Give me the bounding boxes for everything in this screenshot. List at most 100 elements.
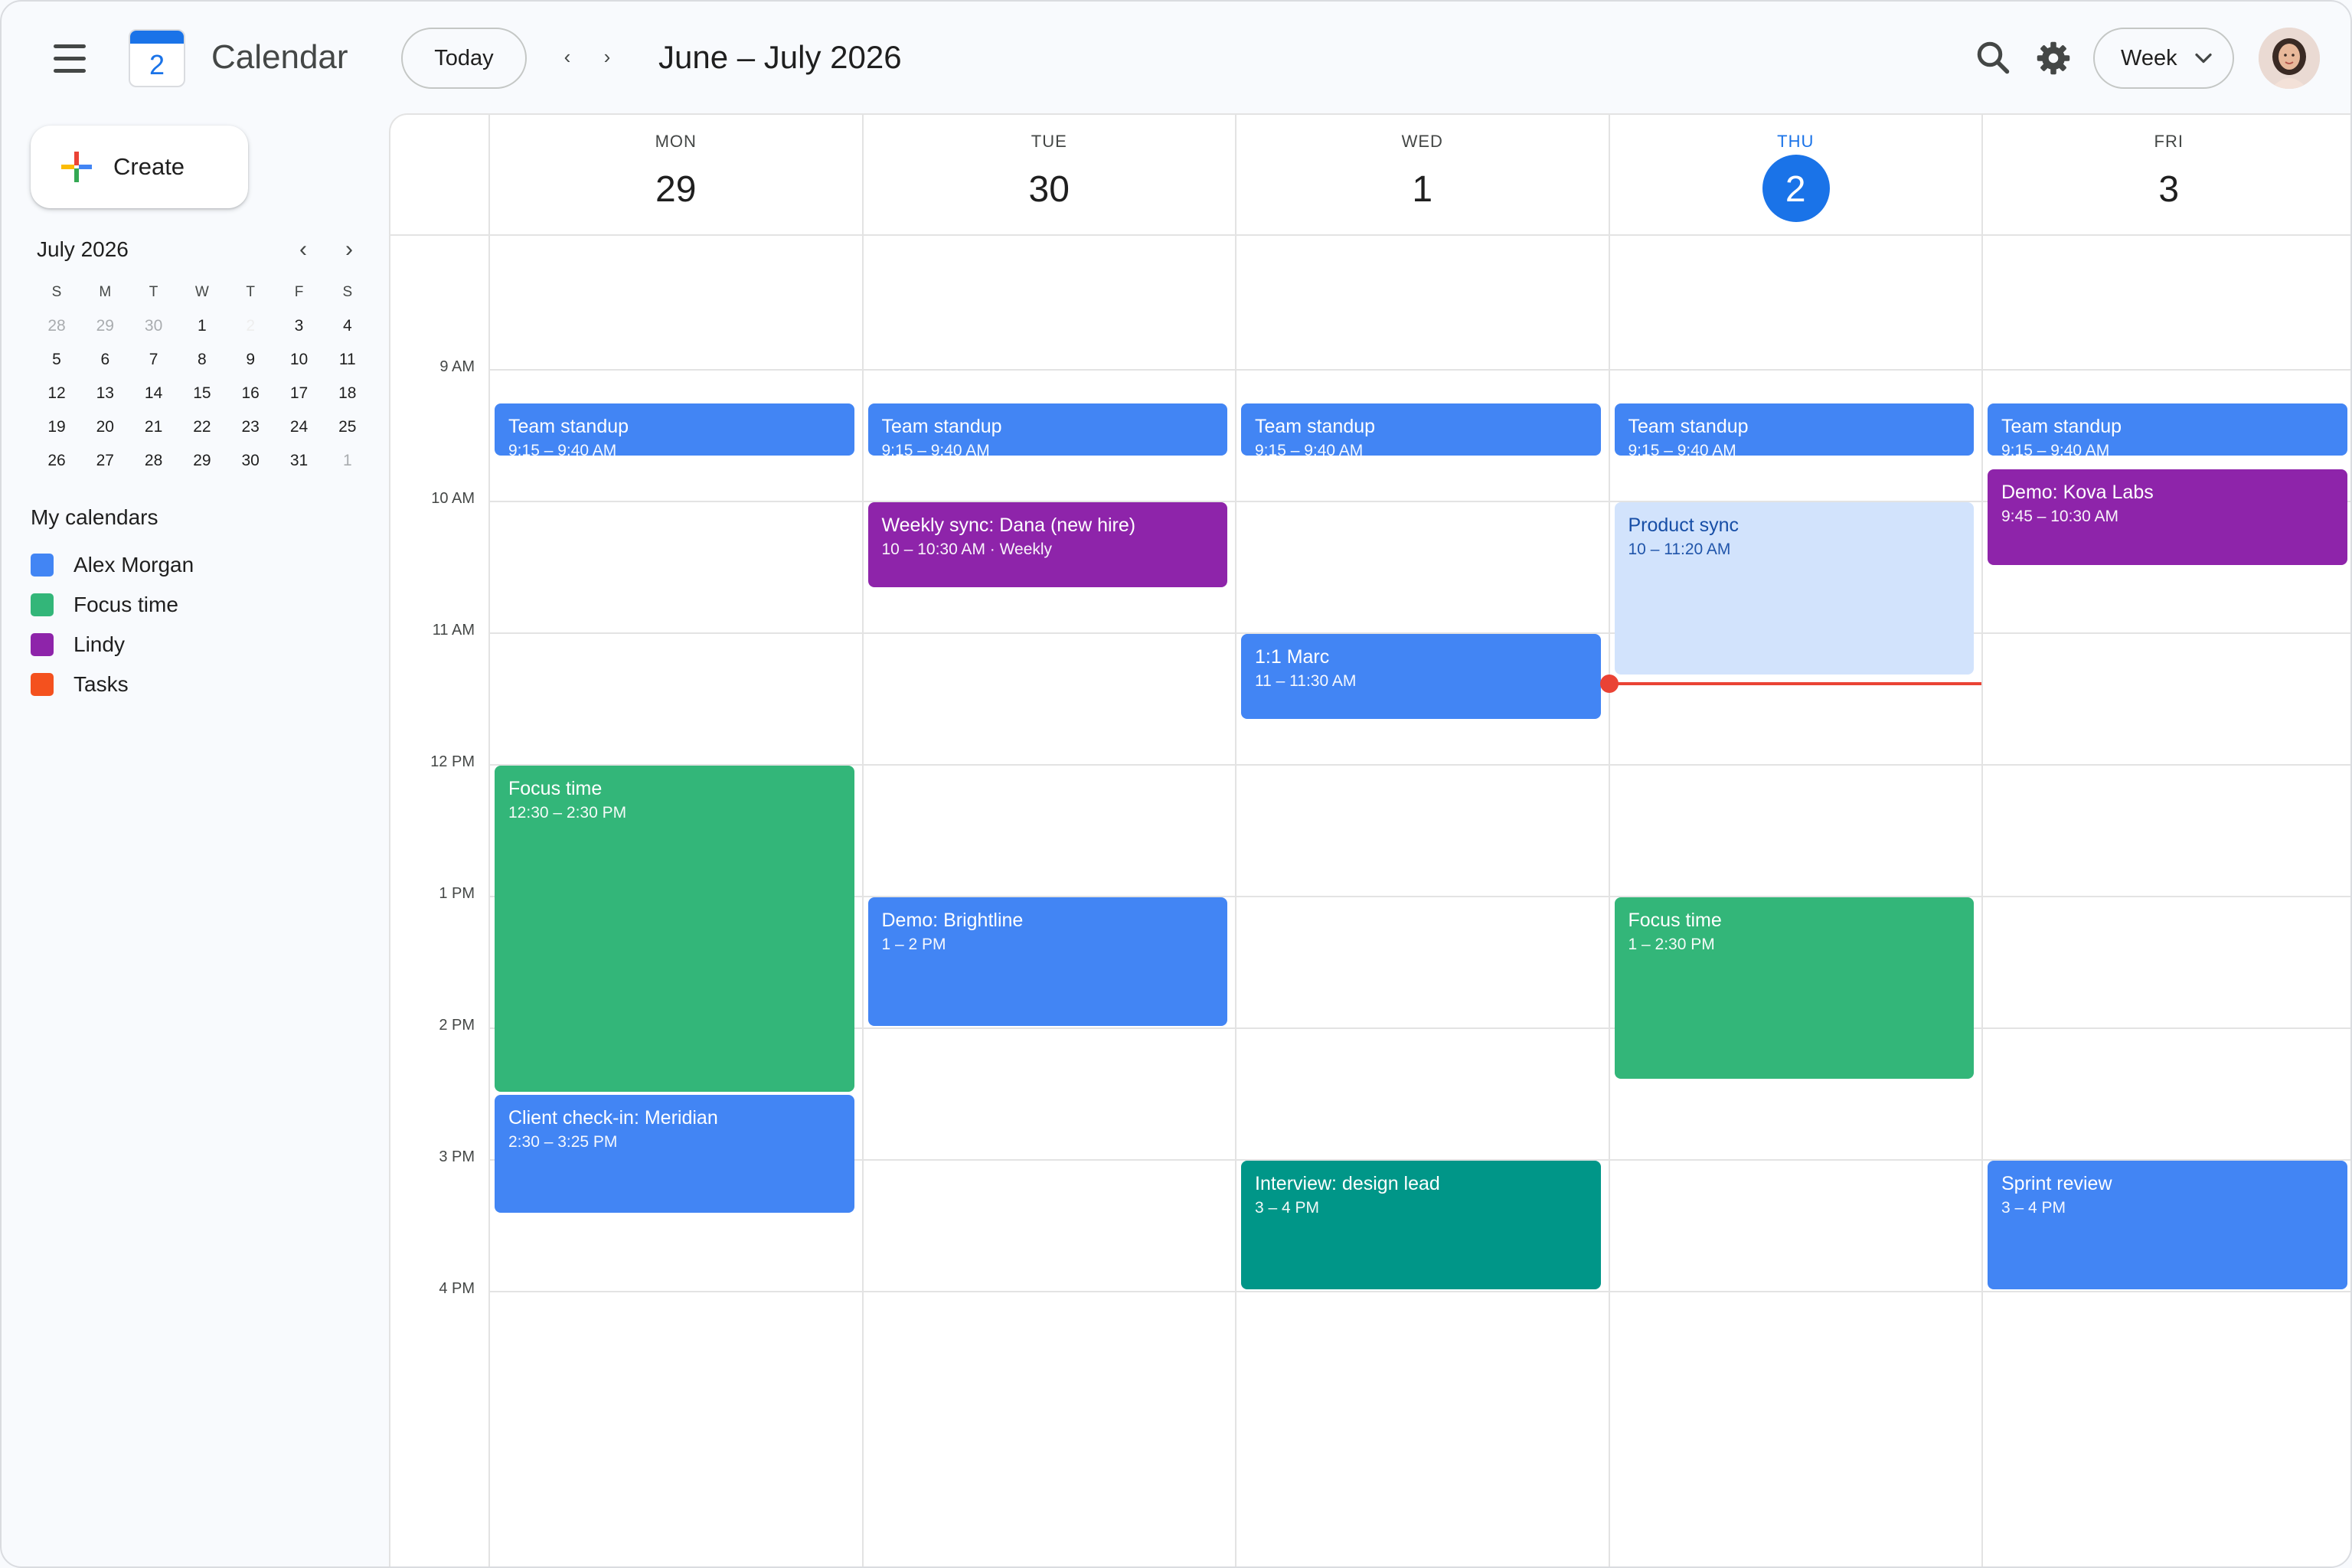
gear-icon[interactable] (2030, 35, 2076, 81)
current-time-line (1608, 682, 1981, 686)
day-of-week-label: THU (1777, 132, 1815, 151)
mini-day[interactable]: 1 (181, 311, 224, 341)
main-menu-icon[interactable] (40, 35, 101, 81)
event-title: Interview: design lead (1255, 1173, 1440, 1194)
mini-prev-month-icon[interactable]: ‹ (288, 234, 318, 265)
calendar-logo-icon[interactable]: 2 (129, 29, 185, 87)
mini-day[interactable]: 8 (181, 345, 224, 375)
mini-day[interactable]: 27 (83, 446, 126, 476)
mini-day[interactable]: 13 (83, 378, 126, 409)
calendar-item[interactable]: Focus time (31, 587, 352, 622)
calendar-app: 2 Calendar Today ‹ › June – July 2026 We… (0, 0, 2352, 1568)
day-number[interactable]: 2 (1610, 159, 1982, 220)
create-button[interactable]: Create (31, 126, 248, 208)
day-of-week-label: FRI (2154, 132, 2184, 151)
search-icon[interactable] (1971, 35, 2017, 81)
day-header-mon: MON 29 (488, 115, 862, 234)
event-block[interactable]: Product sync 10 – 11:20 AM (1614, 502, 1974, 675)
mini-day[interactable]: 29 (181, 446, 224, 476)
event-block[interactable]: Interview: design lead 3 – 4 PM (1241, 1161, 1601, 1289)
day-number[interactable]: 1 (1236, 159, 1609, 220)
mini-day[interactable]: 30 (132, 311, 175, 341)
mini-day[interactable]: 24 (278, 412, 321, 443)
event-title: Product sync (1628, 514, 1740, 536)
day-header-thu: THU 2 (1608, 115, 1982, 234)
mini-day[interactable]: 28 (132, 446, 175, 476)
event-block[interactable]: Team standup 9:15 – 9:40 AM (495, 403, 854, 456)
next-week-button[interactable]: › (590, 40, 625, 75)
event-time: 10 – 10:30 AM · Weekly (881, 541, 1053, 558)
event-time: 12:30 – 2:30 PM (508, 804, 627, 822)
mini-day[interactable]: 20 (83, 412, 126, 443)
avatar[interactable] (2259, 28, 2320, 89)
event-block[interactable]: Team standup 9:15 – 9:40 AM (1241, 403, 1601, 456)
mini-day[interactable]: 18 (326, 378, 369, 409)
today-button[interactable]: Today (401, 28, 527, 89)
previous-week-button[interactable]: ‹ (550, 40, 585, 75)
day-number[interactable]: 30 (864, 159, 1236, 220)
mini-day[interactable]: 4 (326, 311, 369, 341)
mini-day[interactable]: 17 (278, 378, 321, 409)
event-block[interactable]: 1:1 Marc 11 – 11:30 AM (1241, 634, 1601, 719)
event-block[interactable]: Focus time 1 – 2:30 PM (1614, 897, 1974, 1079)
mini-day[interactable]: 9 (229, 345, 272, 375)
mini-day[interactable]: 22 (181, 412, 224, 443)
mini-day[interactable]: 15 (181, 378, 224, 409)
day-number[interactable]: 3 (1983, 159, 2350, 220)
mini-day[interactable]: 19 (35, 412, 78, 443)
mini-week-row: 26 27 28 29 30 31 1 (31, 446, 368, 479)
mini-next-month-icon[interactable]: › (334, 234, 364, 265)
current-time-dot (1599, 675, 1619, 694)
event-block[interactable]: Client check-in: Meridian 2:30 – 3:25 PM (495, 1095, 854, 1213)
mini-day[interactable]: 21 (132, 412, 175, 443)
event-block[interactable]: Demo: Kova Labs 9:45 – 10:30 AM (1988, 469, 2347, 565)
event-block[interactable]: Team standup 9:15 – 9:40 AM (1614, 403, 1974, 456)
hour-label: 3 PM (439, 1148, 475, 1165)
event-title: Demo: Brightline (881, 910, 1024, 931)
mini-day[interactable]: 3 (278, 311, 321, 341)
calendar-color-swatch (31, 673, 54, 696)
day-column-divider (1608, 234, 1610, 1566)
calendar-color-swatch (31, 554, 54, 577)
mini-day[interactable]: 2 (229, 311, 272, 341)
day-header-fri: FRI 3 (1981, 115, 2350, 234)
mini-day[interactable]: 6 (83, 345, 126, 375)
mini-day[interactable]: 7 (132, 345, 175, 375)
event-block[interactable]: Team standup 9:15 – 9:40 AM (1988, 403, 2347, 456)
event-block[interactable]: Sprint review 3 – 4 PM (1988, 1161, 2347, 1289)
event-block[interactable]: Focus time 12:30 – 2:30 PM (495, 766, 854, 1092)
day-header-tue: TUE 30 (861, 115, 1236, 234)
event-block[interactable]: Weekly sync: Dana (new hire) 10 – 10:30 A… (867, 502, 1227, 587)
calendar-item[interactable]: Tasks (31, 667, 352, 702)
view-selector[interactable]: Week (2093, 28, 2234, 89)
event-block[interactable]: Demo: Brightline 1 – 2 PM (867, 897, 1227, 1026)
mini-day[interactable]: 28 (35, 311, 78, 341)
mini-day[interactable]: 11 (326, 345, 369, 375)
mini-day[interactable]: 5 (35, 345, 78, 375)
event-block[interactable]: Team standup 9:15 – 9:40 AM (867, 403, 1227, 456)
hour-label: 11 AM (432, 622, 475, 639)
day-number[interactable]: 29 (490, 159, 862, 220)
calendar-item[interactable]: Alex Morgan (31, 547, 352, 583)
event-time: 9:45 – 10:30 AM (2001, 508, 2118, 525)
mini-day[interactable]: 26 (35, 446, 78, 476)
mini-day[interactable]: 12 (35, 378, 78, 409)
event-time: 10 – 11:20 AM (1628, 541, 1731, 558)
event-title: Demo: Kova Labs (2001, 482, 2154, 503)
event-title: Client check-in: Meridian (508, 1107, 718, 1129)
create-button-label: Create (113, 153, 185, 180)
mini-day[interactable]: 23 (229, 412, 272, 443)
mini-day[interactable]: 10 (278, 345, 321, 375)
event-title: Weekly sync: Dana (new hire) (881, 514, 1136, 536)
mini-day[interactable]: 1 (326, 446, 369, 476)
event-title: Team standup (508, 416, 629, 437)
mini-day[interactable]: 14 (132, 378, 175, 409)
mini-day[interactable]: 31 (278, 446, 321, 476)
mini-day[interactable]: 30 (229, 446, 272, 476)
calendar-item[interactable]: Lindy (31, 627, 352, 662)
mini-day[interactable]: 16 (229, 378, 272, 409)
mini-day[interactable]: 29 (83, 311, 126, 341)
mini-weekday-label: T (149, 284, 158, 300)
mini-day[interactable]: 25 (326, 412, 369, 443)
mini-weekday-row: SMTWTFS (31, 277, 368, 311)
